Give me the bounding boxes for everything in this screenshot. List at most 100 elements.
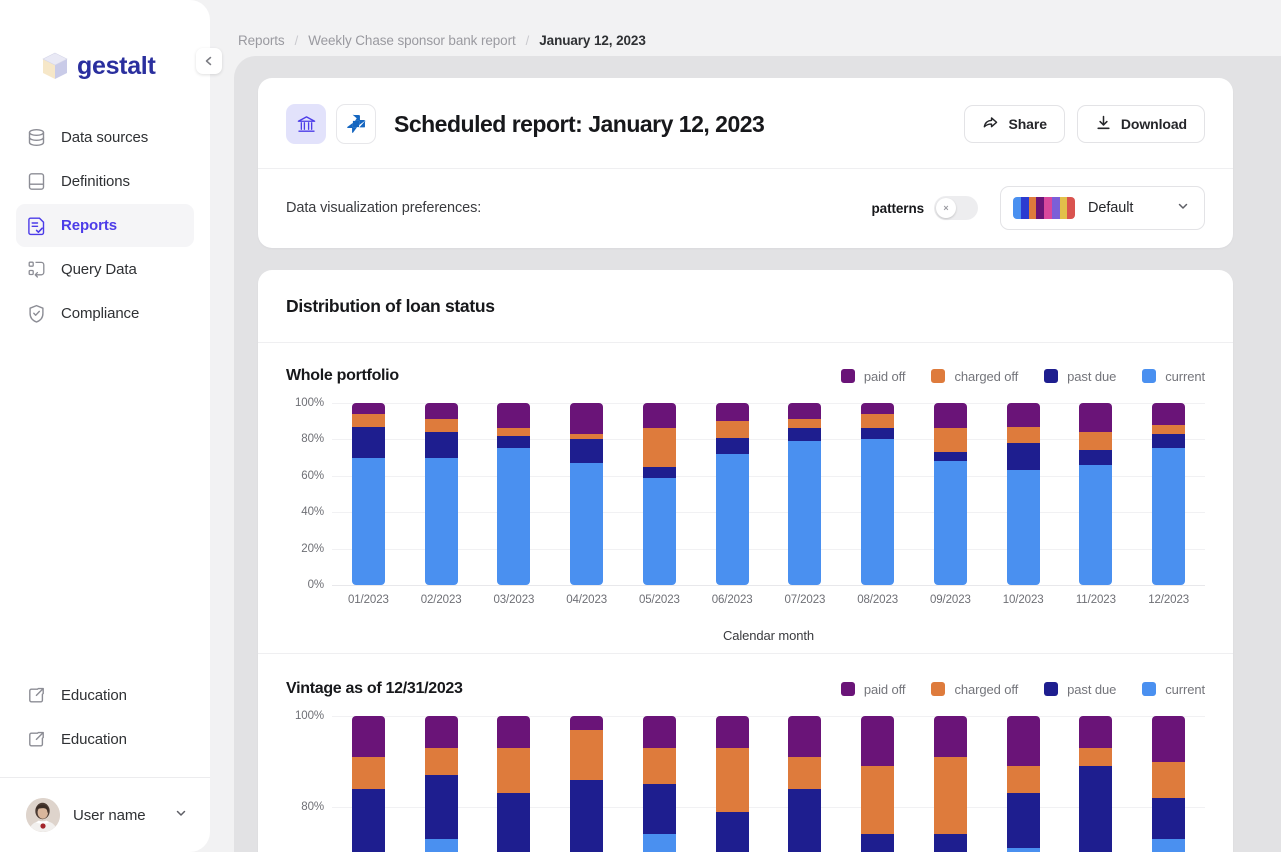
bar-column[interactable] bbox=[623, 716, 696, 852]
bar-column[interactable] bbox=[405, 716, 478, 852]
stacked-bar[interactable] bbox=[1079, 716, 1112, 852]
stacked-bar[interactable] bbox=[716, 716, 749, 852]
sidebar-item-education-1[interactable]: Education bbox=[16, 674, 194, 717]
y-axis-tick: 100% bbox=[295, 710, 324, 722]
bar-column[interactable] bbox=[332, 716, 405, 852]
stacked-bar[interactable] bbox=[425, 403, 458, 585]
sidebar-bottom-nav: Education Education bbox=[0, 674, 210, 761]
bar-segment bbox=[1007, 427, 1040, 443]
x-axis-tick-label: 11/2023 bbox=[1060, 594, 1133, 606]
legend-item[interactable]: past due bbox=[1044, 682, 1116, 697]
stacked-bar[interactable] bbox=[643, 403, 676, 585]
bar-column[interactable] bbox=[1132, 403, 1205, 585]
bar-column[interactable] bbox=[987, 716, 1060, 852]
stacked-bar[interactable] bbox=[352, 716, 385, 852]
bar-group bbox=[332, 716, 1205, 852]
stacked-bar[interactable] bbox=[425, 716, 458, 852]
chevron-down-icon[interactable] bbox=[174, 806, 188, 825]
sidebar-item-label: Definitions bbox=[61, 173, 130, 190]
bar-segment bbox=[1007, 848, 1040, 852]
bar-column[interactable] bbox=[550, 716, 623, 852]
stacked-bar[interactable] bbox=[861, 716, 894, 852]
legend-item[interactable]: current bbox=[1142, 682, 1205, 697]
bar-column[interactable] bbox=[1060, 403, 1133, 585]
bar-column[interactable] bbox=[550, 403, 623, 585]
stacked-bar[interactable] bbox=[1152, 403, 1185, 585]
bar-segment bbox=[425, 403, 458, 419]
patterns-toggle[interactable]: × bbox=[934, 196, 978, 220]
palette-select[interactable]: Default bbox=[1000, 186, 1205, 230]
download-button[interactable]: Download bbox=[1077, 105, 1205, 143]
stacked-bar[interactable] bbox=[788, 403, 821, 585]
sidebar-collapse-button[interactable] bbox=[196, 48, 222, 74]
bar-column[interactable] bbox=[696, 716, 769, 852]
bar-column[interactable] bbox=[696, 403, 769, 585]
sidebar-item-compliance[interactable]: Compliance bbox=[16, 292, 194, 335]
chart-plot-area: 0%20%40%60%80%100% bbox=[286, 403, 1205, 585]
bar-segment bbox=[716, 812, 749, 852]
chart-head: Vintage as of 12/31/2023 paid off charged… bbox=[286, 680, 1205, 698]
legend-item[interactable]: charged off bbox=[931, 369, 1018, 384]
bar-segment bbox=[425, 839, 458, 852]
stacked-bar[interactable] bbox=[352, 403, 385, 585]
plot-canvas bbox=[332, 716, 1205, 852]
stacked-bar[interactable] bbox=[1007, 403, 1040, 585]
sidebar-item-definitions[interactable]: Definitions bbox=[16, 160, 194, 203]
sidebar-item-label: Reports bbox=[61, 217, 117, 234]
chart-title: Vintage as of 12/31/2023 bbox=[286, 680, 463, 698]
sidebar-item-data-sources[interactable]: Data sources bbox=[16, 116, 194, 159]
stacked-bar[interactable] bbox=[570, 403, 603, 585]
stacked-bar[interactable] bbox=[716, 403, 749, 585]
bar-column[interactable] bbox=[332, 403, 405, 585]
bar-column[interactable] bbox=[478, 716, 551, 852]
bar-column[interactable] bbox=[914, 716, 987, 852]
legend-item[interactable]: paid off bbox=[841, 369, 906, 384]
bar-column[interactable] bbox=[914, 403, 987, 585]
stacked-bar[interactable] bbox=[643, 716, 676, 852]
user-menu[interactable]: User name bbox=[0, 778, 210, 852]
bar-column[interactable] bbox=[1132, 716, 1205, 852]
bar-segment bbox=[861, 834, 894, 852]
y-axis-tick: 20% bbox=[301, 543, 324, 555]
share-button[interactable]: Share bbox=[964, 105, 1064, 143]
bar-column[interactable] bbox=[769, 403, 842, 585]
legend-item[interactable]: current bbox=[1142, 369, 1205, 384]
bar-segment bbox=[716, 454, 749, 585]
stacked-bar[interactable] bbox=[788, 716, 821, 852]
stacked-bar[interactable] bbox=[1079, 403, 1112, 585]
bar-column[interactable] bbox=[769, 716, 842, 852]
legend-color-chip bbox=[1044, 682, 1058, 696]
breadcrumb-item-reports[interactable]: Reports bbox=[238, 33, 285, 48]
x-axis-tick-label: 08/2023 bbox=[841, 594, 914, 606]
stacked-bar[interactable] bbox=[497, 403, 530, 585]
chevron-left-icon bbox=[203, 55, 215, 67]
sidebar-item-education-2[interactable]: Education bbox=[16, 718, 194, 761]
legend-item[interactable]: paid off bbox=[841, 682, 906, 697]
stacked-bar[interactable] bbox=[934, 403, 967, 585]
stacked-bar[interactable] bbox=[1152, 716, 1185, 852]
legend-label: paid off bbox=[864, 369, 906, 384]
sidebar-item-reports[interactable]: Reports bbox=[16, 204, 194, 247]
sidebar-item-query-data[interactable]: Query Data bbox=[16, 248, 194, 291]
bar-column[interactable] bbox=[623, 403, 696, 585]
breadcrumb-item-weekly-report[interactable]: Weekly Chase sponsor bank report bbox=[308, 33, 515, 48]
legend-color-chip bbox=[1044, 369, 1058, 383]
bar-segment bbox=[497, 428, 530, 435]
chart-block-whole-portfolio: Whole portfolio paid offcharged offpast … bbox=[258, 343, 1233, 653]
bar-column[interactable] bbox=[1060, 716, 1133, 852]
legend-item[interactable]: charged off bbox=[931, 682, 1018, 697]
bar-column[interactable] bbox=[841, 403, 914, 585]
bar-column[interactable] bbox=[478, 403, 551, 585]
stacked-bar[interactable] bbox=[861, 403, 894, 585]
bar-column[interactable] bbox=[987, 403, 1060, 585]
bar-column[interactable] bbox=[841, 716, 914, 852]
legend-item[interactable]: past due bbox=[1044, 369, 1116, 384]
bar-segment bbox=[570, 730, 603, 780]
stacked-bar[interactable] bbox=[934, 716, 967, 852]
y-axis: 80%100% bbox=[286, 716, 332, 852]
stacked-bar[interactable] bbox=[497, 716, 530, 852]
brand[interactable]: gestalt bbox=[0, 0, 210, 92]
bar-column[interactable] bbox=[405, 403, 478, 585]
stacked-bar[interactable] bbox=[570, 716, 603, 852]
stacked-bar[interactable] bbox=[1007, 716, 1040, 852]
